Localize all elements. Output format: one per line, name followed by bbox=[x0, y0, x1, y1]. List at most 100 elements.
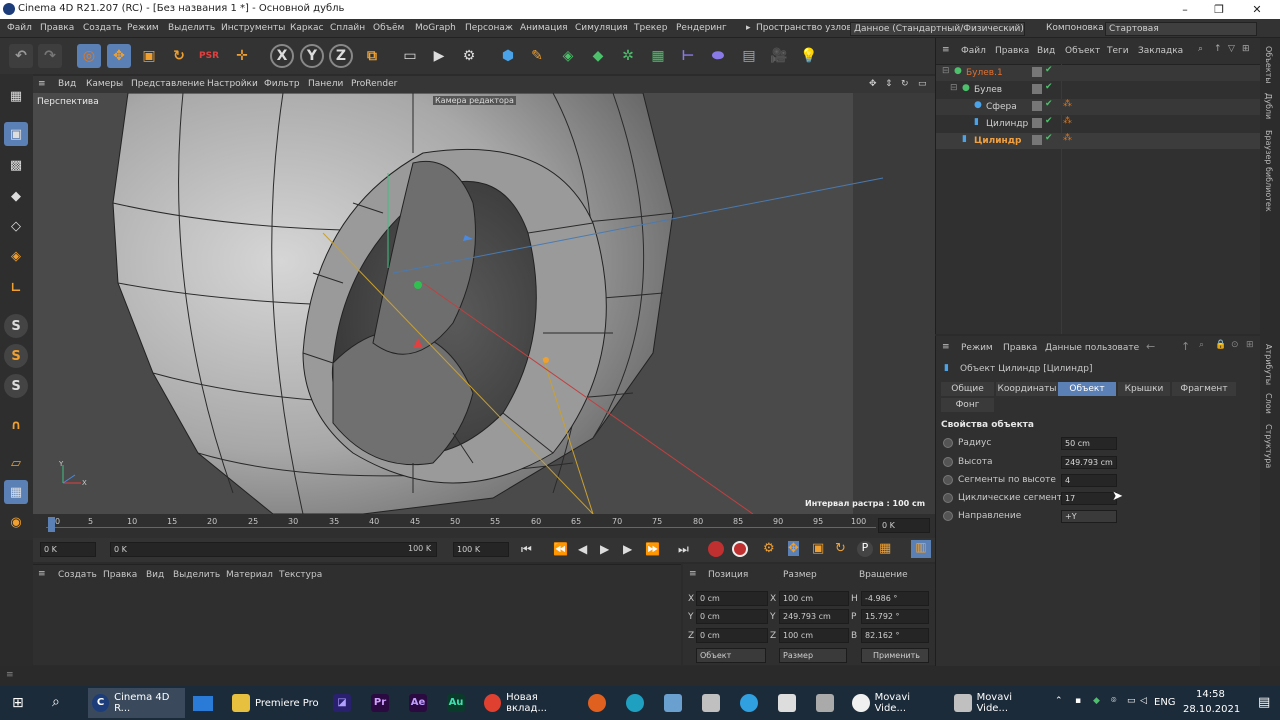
document-icon[interactable] bbox=[778, 694, 796, 712]
viewport-menu-display[interactable]: Представление bbox=[131, 79, 205, 89]
size-mode-select[interactable]: Размер bbox=[779, 648, 847, 663]
menu-simulation[interactable]: Симуляция bbox=[575, 23, 628, 33]
layer-icon[interactable] bbox=[1032, 101, 1042, 111]
enabled-check-icon[interactable]: ✔ bbox=[1045, 65, 1053, 75]
light-icon[interactable]: 💡 bbox=[797, 44, 821, 68]
x-axis-lock-button[interactable]: X bbox=[270, 44, 294, 68]
attribute-menu-mode[interactable]: Режим bbox=[961, 343, 993, 353]
next-frame-icon[interactable]: ▶ bbox=[623, 542, 632, 556]
animate-radio[interactable] bbox=[943, 493, 953, 503]
menu-render[interactable]: Рендеринг bbox=[676, 23, 727, 33]
filter-icon[interactable]: ▽ bbox=[1228, 44, 1235, 54]
tray-app-icon[interactable]: ▪ bbox=[1075, 696, 1081, 706]
select-tool-icon[interactable]: ◎ bbox=[77, 44, 101, 68]
object-row[interactable]: ▮ Цилиндр ✔ ⁂ bbox=[936, 116, 1261, 132]
strip-tab-attributes[interactable]: Атрибуты bbox=[1264, 344, 1273, 385]
layer-icon[interactable] bbox=[1032, 67, 1042, 77]
current-frame-field[interactable]: 0 K bbox=[878, 518, 930, 533]
position-x-field[interactable]: 0 cm bbox=[696, 591, 768, 606]
object-name[interactable]: Цилиндр bbox=[986, 119, 1028, 129]
layer-icon[interactable] bbox=[1032, 118, 1042, 128]
viewport-menu-options[interactable]: Настройки bbox=[207, 79, 258, 89]
layer-icon[interactable] bbox=[1032, 135, 1042, 145]
attribute-menu-userdata[interactable]: Данные пользовате bbox=[1045, 343, 1139, 353]
rotation-segments-field[interactable]: 17 bbox=[1061, 492, 1117, 505]
move-tool-icon[interactable]: ✥ bbox=[107, 44, 131, 68]
strip-tab-takes[interactable]: Дубли bbox=[1264, 93, 1273, 119]
orientation-select[interactable]: +Y bbox=[1061, 510, 1117, 523]
new-window-icon[interactable]: ⊞ bbox=[1242, 44, 1250, 54]
tab-slice[interactable]: Фрагмент bbox=[1172, 382, 1236, 396]
new-window-icon[interactable]: ⊞ bbox=[1246, 340, 1254, 350]
points-mode-icon[interactable]: ◆ bbox=[4, 184, 28, 208]
network-icon[interactable]: ⌾ bbox=[1111, 696, 1116, 706]
mail-icon[interactable] bbox=[193, 696, 213, 711]
menu-mode[interactable]: Режим bbox=[127, 23, 159, 33]
after-effects-launcher-icon[interactable]: ◪ bbox=[333, 694, 351, 712]
object-menu-tags[interactable]: Теги bbox=[1107, 46, 1129, 56]
audition-icon[interactable]: Au bbox=[447, 694, 465, 712]
app-icon[interactable] bbox=[702, 694, 720, 712]
phong-tag-icon[interactable]: ⁂ bbox=[1063, 116, 1072, 126]
locked-workplane-icon[interactable]: ◉ bbox=[4, 510, 28, 534]
menu-volume[interactable]: Объём bbox=[373, 23, 404, 33]
viewport-menu-filter[interactable]: Фильтр bbox=[264, 79, 300, 89]
volume-icon[interactable]: ◁ bbox=[1140, 696, 1147, 706]
auto-keying-icon[interactable] bbox=[732, 541, 748, 557]
object-menu-view[interactable]: Вид bbox=[1037, 46, 1055, 56]
symmetry-icon[interactable]: S bbox=[4, 374, 28, 398]
render-view-icon[interactable]: ▭ bbox=[398, 44, 422, 68]
subdivision-icon[interactable]: ◈ bbox=[556, 44, 580, 68]
strip-tab-layers[interactable]: Слои bbox=[1264, 393, 1273, 414]
size-x-field[interactable]: 100 cm bbox=[779, 591, 849, 606]
cloner-icon[interactable]: ✲ bbox=[616, 44, 640, 68]
lock-icon[interactable]: 🔒 bbox=[1215, 340, 1226, 350]
menu-mograph[interactable]: MoGraph bbox=[415, 23, 456, 33]
after-effects-icon[interactable]: Ae bbox=[409, 694, 427, 712]
object-name[interactable]: Цилиндр bbox=[974, 136, 1021, 146]
attribute-menu-edit[interactable]: Правка bbox=[1003, 343, 1037, 353]
menu-select[interactable]: Выделить bbox=[168, 23, 215, 33]
taskbar-app-cinema4d[interactable]: C Cinema 4D R... bbox=[88, 688, 185, 718]
undo-icon[interactable]: ↶ bbox=[9, 44, 33, 68]
telegram-icon[interactable] bbox=[740, 694, 758, 712]
psr-tool-icon[interactable]: PSR bbox=[197, 44, 221, 68]
end-frame-field[interactable]: 100 K bbox=[453, 542, 509, 557]
key-pla-icon[interactable]: ▦ bbox=[879, 541, 891, 556]
search-icon[interactable]: ⌕ bbox=[52, 694, 60, 710]
height-segments-field[interactable]: 4 bbox=[1061, 474, 1117, 487]
viewport-menu-view[interactable]: Вид bbox=[58, 79, 76, 89]
collapse-icon[interactable]: ⊟ bbox=[942, 66, 950, 76]
object-menu-object[interactable]: Объект bbox=[1065, 46, 1100, 56]
minimize-button[interactable]: – bbox=[1166, 0, 1204, 19]
position-y-field[interactable]: 0 cm bbox=[696, 609, 768, 624]
object-menu-edit[interactable]: Правка bbox=[995, 46, 1029, 56]
enabled-check-icon[interactable]: ✔ bbox=[1045, 116, 1053, 126]
search-icon[interactable]: ⌕ bbox=[1199, 340, 1204, 350]
playhead[interactable] bbox=[48, 517, 55, 532]
start-frame-field[interactable]: 0 K bbox=[40, 542, 96, 557]
render-settings-icon[interactable]: ⚙ bbox=[457, 44, 481, 68]
layout-select[interactable]: Стартовая bbox=[1105, 22, 1257, 36]
back-arrow-icon[interactable]: ← bbox=[1146, 340, 1155, 353]
viewport-menu-panel[interactable]: Панели bbox=[308, 79, 343, 89]
hamburger-icon[interactable]: ≡ bbox=[942, 45, 950, 55]
edges-mode-icon[interactable]: ◇ bbox=[4, 214, 28, 238]
go-to-start-icon[interactable]: ⏮ bbox=[521, 542, 532, 557]
hamburger-icon[interactable]: ≡ bbox=[6, 670, 14, 680]
menu-tools[interactable]: Инструменты bbox=[221, 23, 285, 33]
field-icon[interactable]: ⬬ bbox=[706, 44, 730, 68]
rotation-b-field[interactable]: 82.162 ° bbox=[861, 628, 929, 643]
key-position-icon[interactable]: ✥ bbox=[788, 541, 799, 556]
polygons-mode-icon[interactable]: ◈ bbox=[4, 244, 28, 268]
taskbar-app-premiere-folder[interactable]: Premiere Pro bbox=[228, 688, 320, 718]
language-indicator[interactable]: ENG bbox=[1154, 697, 1176, 708]
tab-basic[interactable]: Общие bbox=[941, 382, 994, 396]
camera-icon[interactable]: 🎥 bbox=[767, 44, 791, 68]
timeline-ruler[interactable]: 0 5 10 15 20 25 30 35 40 45 50 55 60 65 … bbox=[33, 514, 935, 538]
hamburger-icon[interactable]: ≡ bbox=[38, 569, 46, 579]
key-parameter-icon[interactable]: P bbox=[857, 541, 873, 557]
taskbar-app-movavi-1[interactable]: Movavi Vide... bbox=[848, 688, 943, 718]
model-mode-icon[interactable]: ▣ bbox=[4, 122, 28, 146]
menu-mesh[interactable]: Каркас bbox=[290, 23, 324, 33]
